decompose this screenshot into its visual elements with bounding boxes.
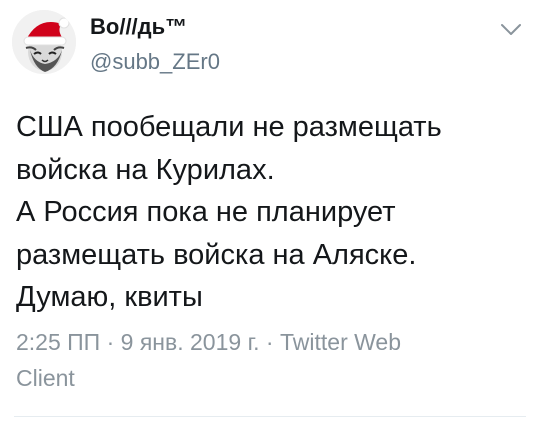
tweet-text-line: Думаю, квиты: [16, 281, 203, 313]
avatar[interactable]: [12, 10, 76, 74]
tweet-text-line: размещать войска на Аляске.: [16, 238, 417, 271]
chevron-down-icon: [501, 24, 521, 35]
tweet-metadata: 2:25 ПП · 9 янв. 2019 г. · Twitter Web C…: [16, 324, 516, 396]
tweet-text: США пообещали не размещать войска на Кур…: [16, 106, 526, 319]
avatar-santa-hat-icon: [12, 10, 76, 74]
tweet-source[interactable]: Client: [16, 365, 75, 391]
user-handle[interactable]: @subb_ZEr0: [90, 48, 220, 76]
user-display-name[interactable]: Во///дь™: [90, 13, 187, 41]
tweet-source[interactable]: Twitter Web: [280, 329, 401, 355]
meta-separator: ·: [100, 329, 121, 355]
tweet-card: Во///дь™ @subb_ZEr0 США пообещали не раз…: [0, 0, 540, 425]
tweet-text-line: войска на Курилах.: [16, 153, 275, 186]
tweet-time[interactable]: 2:25 ПП: [16, 329, 100, 355]
meta-separator: ·: [259, 329, 280, 355]
tweet-menu-button[interactable]: [496, 14, 526, 44]
tweet-date[interactable]: 9 янв. 2019 г.: [121, 329, 260, 355]
tweet-text-line: США пообещали не размещать: [16, 111, 442, 143]
tweet-text-line: А Россия пока не планирует: [16, 196, 396, 228]
divider: [14, 416, 526, 417]
